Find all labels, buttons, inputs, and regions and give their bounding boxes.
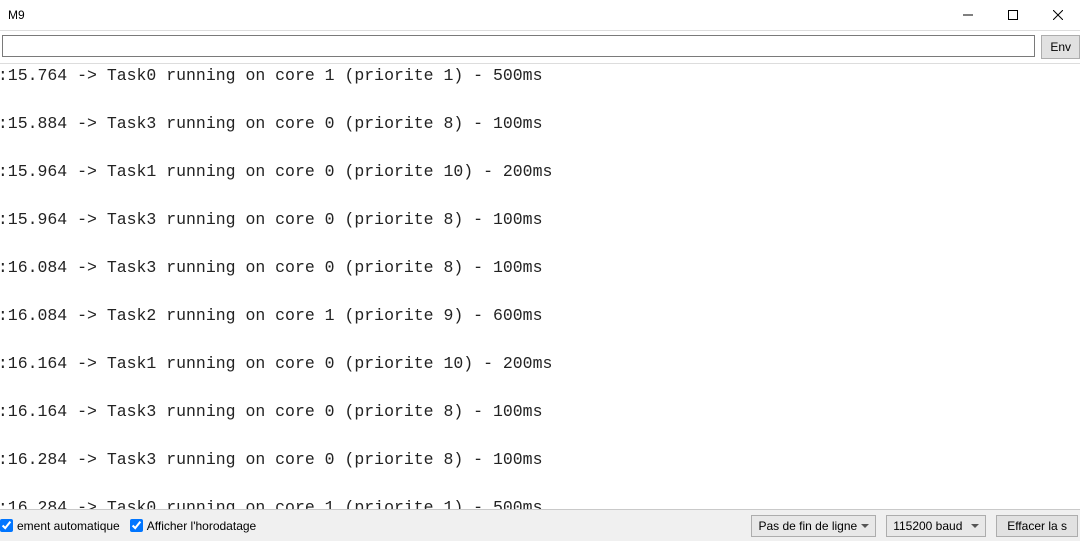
maximize-icon	[1008, 10, 1018, 20]
close-icon	[1053, 10, 1063, 20]
log-line: 9:16.284 -> Task3 running on core 0 (pri…	[0, 448, 1074, 472]
baud-value: 115200 baud	[893, 519, 962, 533]
autoscroll-checkbox[interactable]: ement automatique	[0, 519, 120, 533]
log-line: 9:16.084 -> Task2 running on core 1 (pri…	[0, 304, 1074, 328]
window-controls	[945, 0, 1080, 30]
clear-button[interactable]: Effacer la s	[996, 515, 1078, 537]
command-row: Env	[0, 30, 1080, 64]
line-ending-select[interactable]: Pas de fin de ligne	[751, 515, 876, 537]
autoscroll-label: ement automatique	[17, 519, 120, 533]
log-line: 9:15.764 -> Task0 running on core 1 (pri…	[0, 64, 1074, 88]
baud-select[interactable]: 115200 baud	[886, 515, 986, 537]
minimize-icon	[963, 10, 973, 20]
window-titlebar: M9	[0, 0, 1080, 30]
minimize-button[interactable]	[945, 0, 990, 30]
close-button[interactable]	[1035, 0, 1080, 30]
serial-output[interactable]: 9:15.764 -> Task0 running on core 1 (pri…	[0, 64, 1080, 509]
log-line: 9:15.964 -> Task1 running on core 0 (pri…	[0, 160, 1074, 184]
send-button[interactable]: Env	[1041, 35, 1080, 59]
status-bar: ement automatique Afficher l'horodatage …	[0, 509, 1080, 541]
timestamp-label: Afficher l'horodatage	[147, 519, 256, 533]
command-input[interactable]	[2, 35, 1035, 57]
window-title: M9	[8, 8, 25, 22]
log-line: 9:16.164 -> Task3 running on core 0 (pri…	[0, 400, 1074, 424]
timestamp-checkbox[interactable]: Afficher l'horodatage	[130, 519, 256, 533]
autoscroll-input[interactable]	[0, 519, 13, 532]
log-line: 9:15.964 -> Task3 running on core 0 (pri…	[0, 208, 1074, 232]
line-ending-value: Pas de fin de ligne	[758, 519, 857, 533]
maximize-button[interactable]	[990, 0, 1035, 30]
timestamp-input[interactable]	[130, 519, 143, 532]
log-line: 9:16.164 -> Task1 running on core 0 (pri…	[0, 352, 1074, 376]
log-line: 9:16.284 -> Task0 running on core 1 (pri…	[0, 496, 1074, 509]
log-line: 9:15.884 -> Task3 running on core 0 (pri…	[0, 112, 1074, 136]
log-line: 9:16.084 -> Task3 running on core 0 (pri…	[0, 256, 1074, 280]
